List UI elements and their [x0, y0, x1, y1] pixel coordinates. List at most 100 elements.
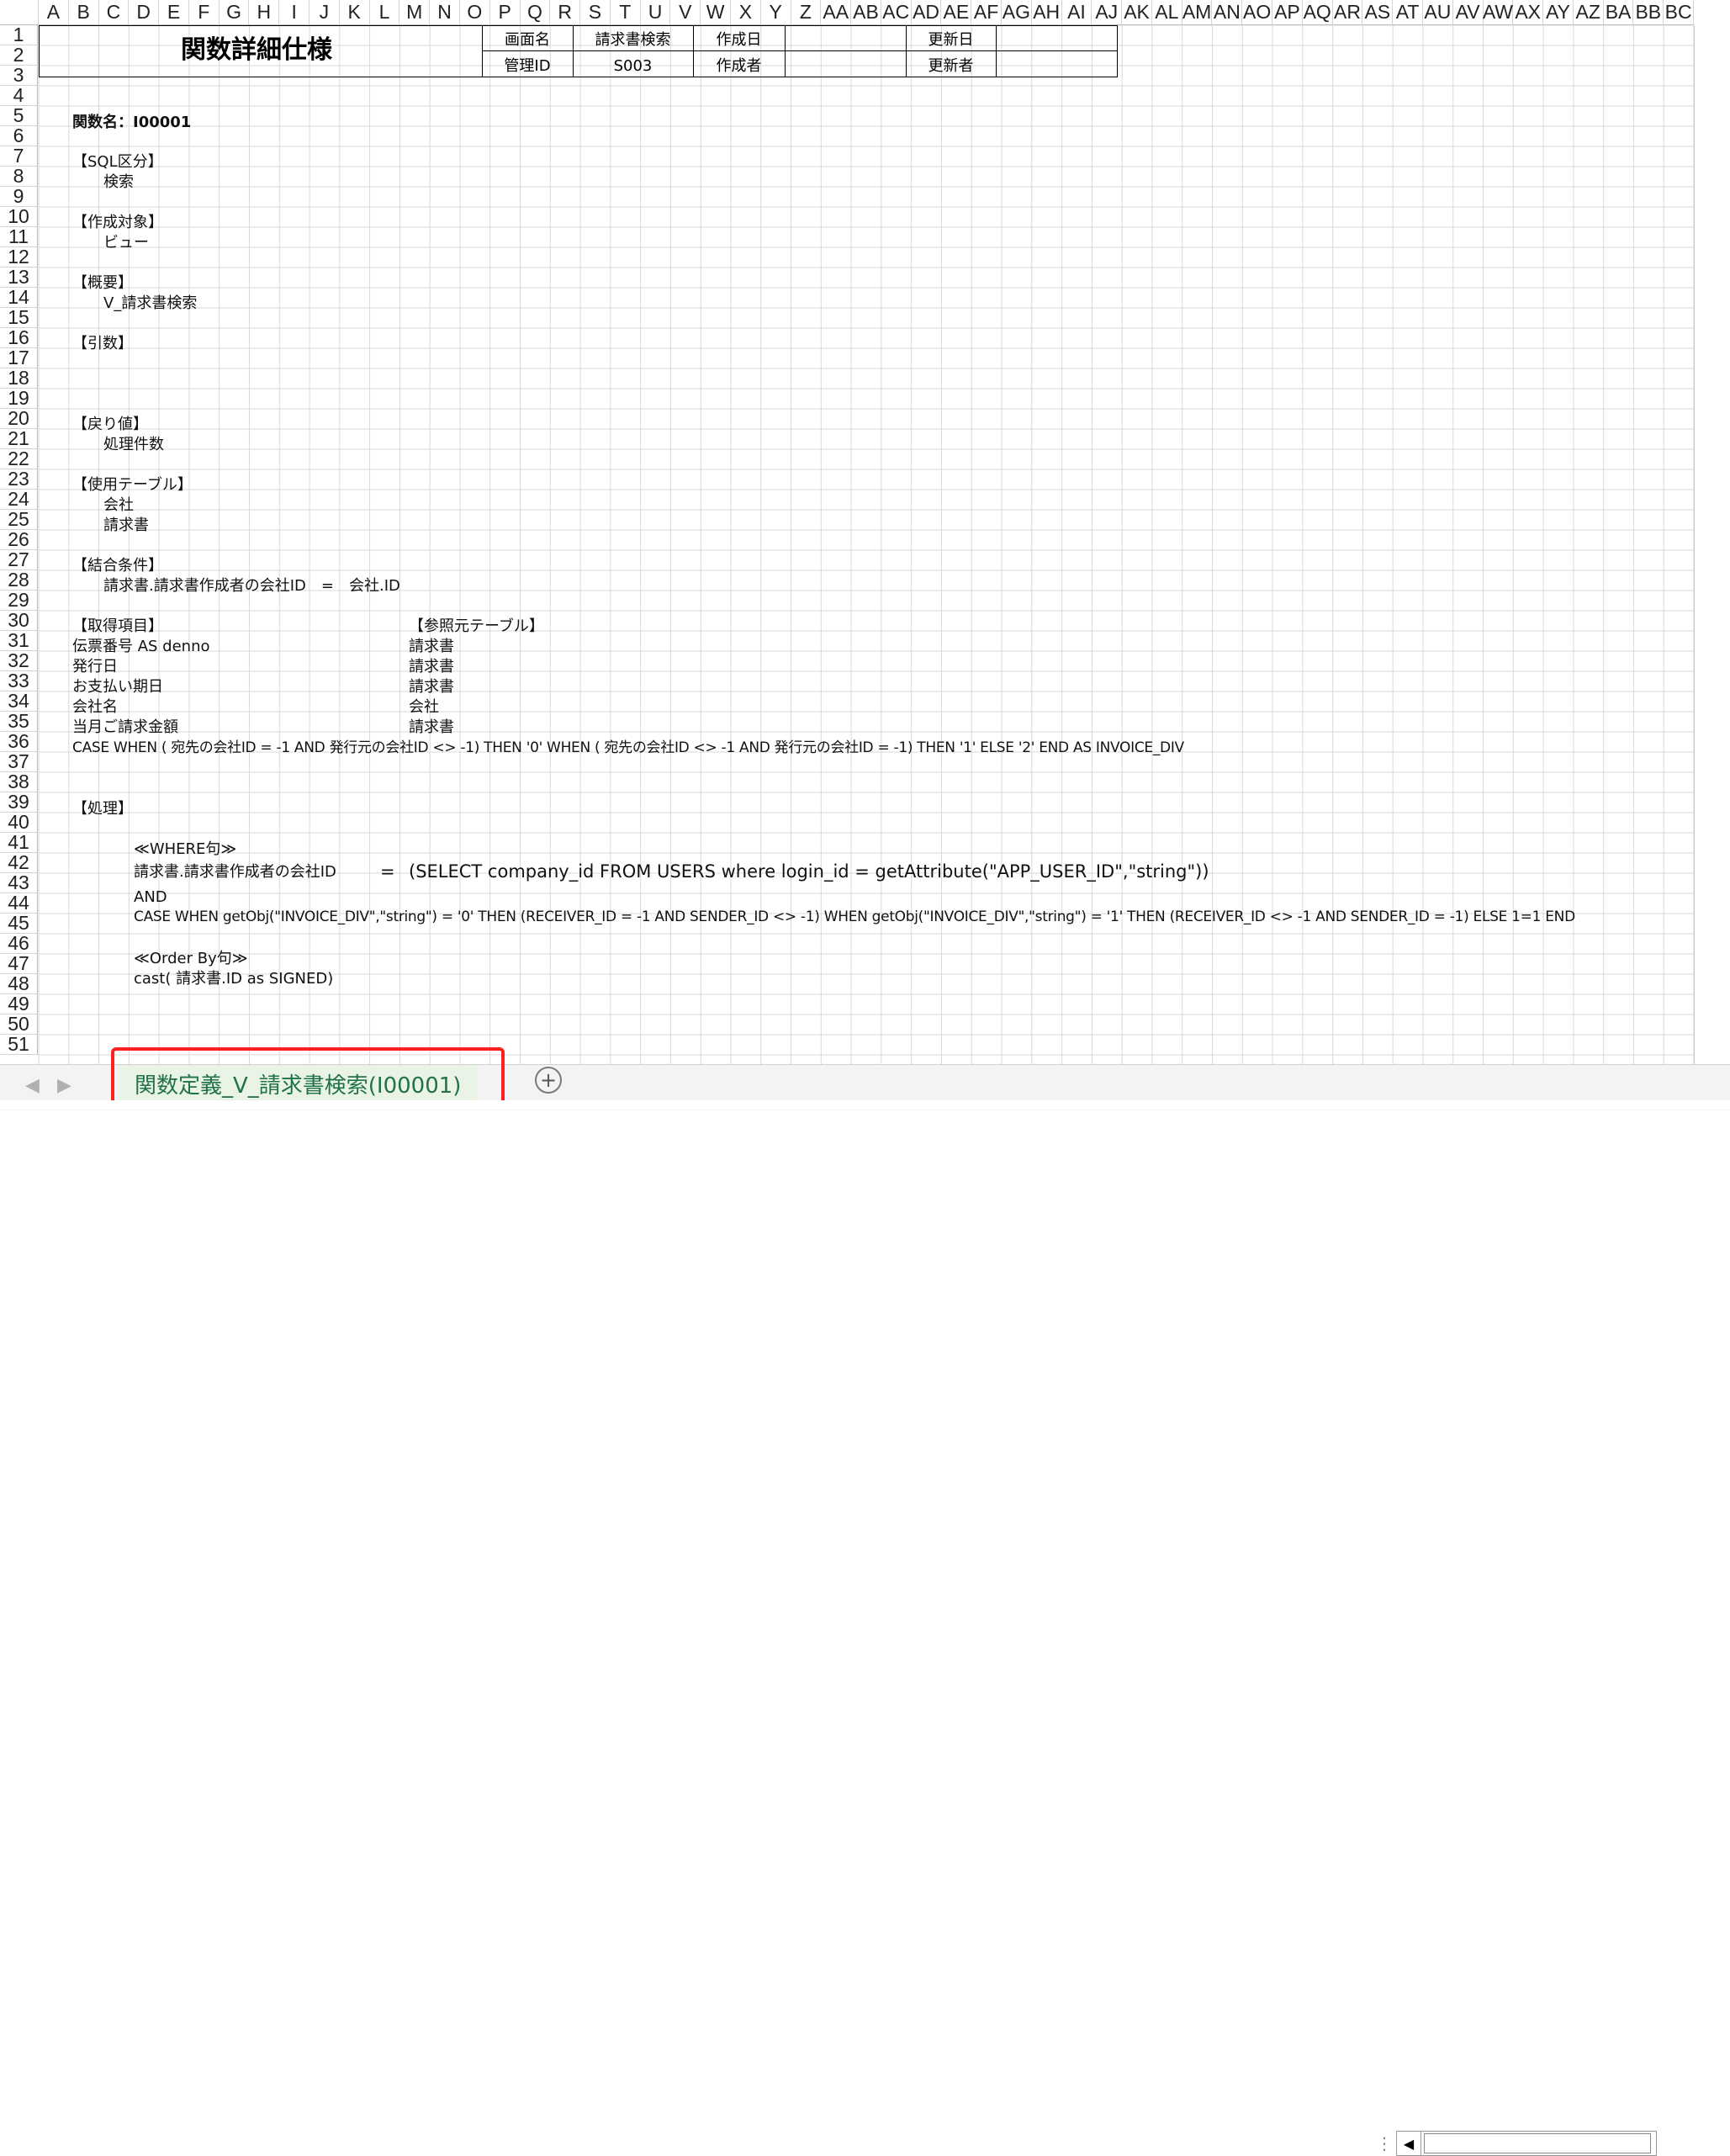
- row-header[interactable]: 44: [0, 893, 38, 914]
- item-ref[interactable]: 請求書: [409, 680, 454, 695]
- column-header[interactable]: R: [550, 0, 581, 25]
- column-header[interactable]: AM: [1182, 0, 1213, 25]
- row-header[interactable]: 50: [0, 1014, 38, 1035]
- column-header[interactable]: AW: [1483, 0, 1514, 25]
- row-header[interactable]: 26: [0, 530, 38, 550]
- column-header[interactable]: AA: [821, 0, 852, 25]
- where-right[interactable]: (SELECT company_id FROM USERS where logi…: [409, 863, 1209, 881]
- row-header[interactable]: 40: [0, 813, 38, 833]
- row-header[interactable]: 13: [0, 268, 38, 288]
- column-header[interactable]: BB: [1633, 0, 1664, 25]
- ref-table-label[interactable]: 【参照元テーブル】: [409, 619, 544, 634]
- column-header[interactable]: AG: [1002, 0, 1032, 25]
- column-header[interactable]: I: [279, 0, 310, 25]
- horizontal-scrollbar[interactable]: ◀: [1396, 2131, 1657, 2156]
- item-name[interactable]: 伝票番号 AS denno: [72, 639, 210, 654]
- column-header[interactable]: F: [188, 0, 220, 25]
- row-header[interactable]: 48: [0, 974, 38, 994]
- column-header[interactable]: AT: [1393, 0, 1423, 25]
- and-text[interactable]: AND: [134, 890, 167, 905]
- row-header[interactable]: 5: [0, 106, 38, 126]
- summary-value[interactable]: V_請求書検索: [103, 296, 197, 311]
- column-header[interactable]: AP: [1272, 0, 1303, 25]
- column-header[interactable]: AF: [971, 0, 1003, 25]
- column-header[interactable]: L: [369, 0, 400, 25]
- row-header[interactable]: 23: [0, 469, 38, 490]
- return-value[interactable]: 処理件数: [103, 437, 164, 453]
- column-header[interactable]: U: [640, 0, 671, 25]
- column-header[interactable]: AZ: [1573, 0, 1604, 25]
- orderby-value[interactable]: cast( 請求書.ID as SIGNED): [134, 972, 333, 987]
- row-header[interactable]: 38: [0, 772, 38, 792]
- column-header[interactable]: Z: [791, 0, 822, 25]
- item-name[interactable]: 発行日: [72, 660, 118, 675]
- case-expression[interactable]: CASE WHEN ( 宛先の会社ID = -1 AND 発行元の会社ID <>…: [72, 741, 1184, 755]
- where-label[interactable]: ≪WHERE句≫: [134, 842, 236, 857]
- column-header[interactable]: AC: [881, 0, 912, 25]
- row-header[interactable]: 43: [0, 873, 38, 893]
- column-header[interactable]: AY: [1543, 0, 1574, 25]
- next-sheet-icon[interactable]: ▶: [57, 1075, 71, 1096]
- column-header[interactable]: AS: [1362, 0, 1394, 25]
- item-name[interactable]: 会社名: [72, 700, 118, 715]
- row-header[interactable]: 37: [0, 752, 38, 772]
- row-header[interactable]: 6: [0, 126, 38, 146]
- table-item[interactable]: 会社: [103, 498, 134, 513]
- row-header[interactable]: 7: [0, 146, 38, 167]
- column-header[interactable]: Y: [760, 0, 791, 25]
- row-header[interactable]: 28: [0, 570, 38, 591]
- row-header[interactable]: 1: [0, 25, 38, 45]
- triangle-left-icon[interactable]: ◀: [1397, 2132, 1421, 2155]
- column-header[interactable]: BC: [1664, 0, 1694, 25]
- plus-circle-icon[interactable]: +: [535, 1067, 562, 1094]
- column-header[interactable]: E: [159, 0, 189, 25]
- items-label[interactable]: 【取得項目】: [72, 619, 163, 634]
- column-header[interactable]: AI: [1061, 0, 1092, 25]
- row-header[interactable]: 15: [0, 308, 38, 328]
- row-header[interactable]: 47: [0, 954, 38, 974]
- item-ref[interactable]: 請求書: [409, 660, 454, 675]
- row-header[interactable]: 49: [0, 994, 38, 1014]
- column-header[interactable]: AL: [1151, 0, 1182, 25]
- column-header[interactable]: S: [580, 0, 611, 25]
- row-header[interactable]: 9: [0, 187, 38, 207]
- row-header[interactable]: 51: [0, 1035, 38, 1055]
- spreadsheet-area[interactable]: A B C D E F G H I J K L M N O P Q R S T U V W X Y Z AA AB AC AD AE AF AG…: [0, 0, 1730, 1064]
- row-header[interactable]: 42: [0, 853, 38, 873]
- column-header[interactable]: G: [219, 0, 250, 25]
- column-header[interactable]: AQ: [1302, 0, 1333, 25]
- column-header[interactable]: AN: [1212, 0, 1243, 25]
- row-header[interactable]: 33: [0, 671, 38, 691]
- column-header[interactable]: BA: [1603, 0, 1634, 25]
- case-where[interactable]: CASE WHEN getObj("INVOICE_DIV","string")…: [134, 910, 1575, 924]
- column-header[interactable]: AR: [1332, 0, 1363, 25]
- column-header[interactable]: J: [309, 0, 340, 25]
- column-header[interactable]: AJ: [1092, 0, 1123, 25]
- column-header[interactable]: K: [339, 0, 370, 25]
- column-header[interactable]: O: [459, 0, 490, 25]
- row-header[interactable]: 25: [0, 510, 38, 530]
- column-header[interactable]: X: [730, 0, 761, 25]
- column-header[interactable]: AX: [1513, 0, 1544, 25]
- row-header[interactable]: 4: [0, 86, 38, 106]
- row-header[interactable]: 10: [0, 207, 38, 227]
- row-header[interactable]: 11: [0, 227, 38, 247]
- column-header[interactable]: H: [249, 0, 280, 25]
- row-header[interactable]: 17: [0, 348, 38, 368]
- row-header[interactable]: 8: [0, 167, 38, 187]
- item-ref[interactable]: 請求書: [409, 639, 454, 654]
- target-value[interactable]: ビュー: [103, 236, 149, 251]
- tab-splitter-icon[interactable]: ⋮: [1376, 2133, 1393, 2153]
- manage-id-value[interactable]: S003: [573, 59, 693, 74]
- sql-type-value[interactable]: 検索: [103, 175, 134, 190]
- table-item[interactable]: 請求書: [103, 518, 149, 533]
- row-header[interactable]: 18: [0, 368, 38, 389]
- row-header[interactable]: 32: [0, 651, 38, 671]
- item-name[interactable]: 当月ご請求金額: [72, 720, 178, 735]
- column-header[interactable]: M: [399, 0, 431, 25]
- column-header[interactable]: V: [670, 0, 701, 25]
- row-header[interactable]: 12: [0, 247, 38, 268]
- column-header[interactable]: T: [610, 0, 641, 25]
- column-header[interactable]: AK: [1122, 0, 1152, 25]
- where-left[interactable]: 請求書.請求書作成者の会社ID: [134, 865, 336, 880]
